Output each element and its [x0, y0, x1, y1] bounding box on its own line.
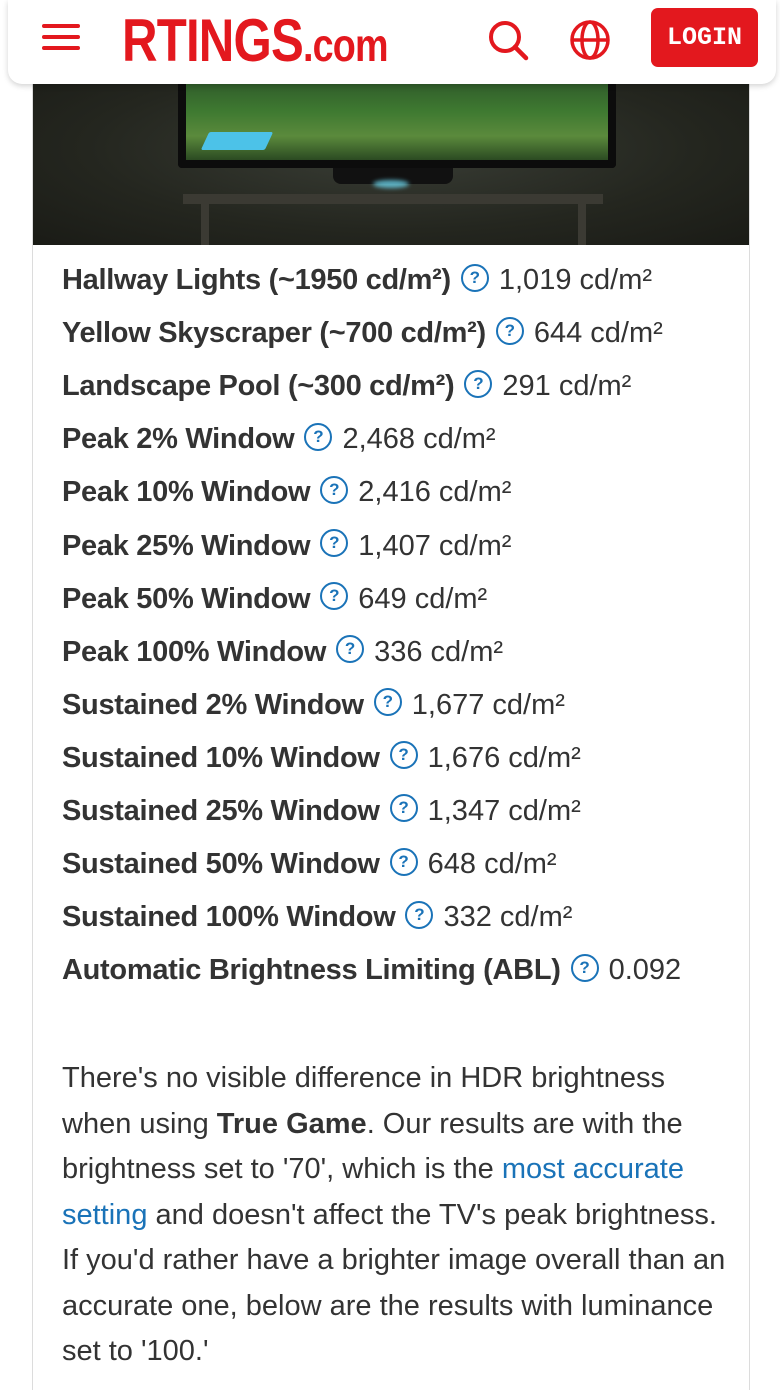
result-label: Peak 50% Window [62, 582, 311, 615]
help-icon[interactable]: ? [495, 316, 524, 345]
result-row: Yellow Skyscraper (~700 cd/m²)? 644 cd/m² [62, 307, 742, 360]
result-row: Sustained 25% Window? 1,347 cd/m² [62, 785, 742, 838]
help-icon[interactable]: ? [336, 635, 365, 664]
hamburger-menu-icon[interactable] [42, 24, 80, 56]
result-row: Automatic Brightness Limiting (ABL)? 0.09… [62, 944, 742, 997]
result-label: Sustained 10% Window [62, 741, 380, 774]
help-icon[interactable]: ? [389, 847, 418, 876]
result-row: Sustained 100% Window? 332 cd/m² [62, 891, 742, 944]
result-value: 649 cd/m² [358, 582, 488, 615]
logo-main: RTINGS [122, 7, 304, 74]
result-value: 648 cd/m² [427, 848, 557, 881]
result-label: Sustained 2% Window [62, 688, 364, 721]
result-value: 1,676 cd/m² [427, 741, 581, 774]
result-label: Peak 100% Window [62, 635, 327, 668]
logo-suffix: .com [302, 19, 389, 71]
result-label: Peak 10% Window [62, 476, 311, 509]
help-icon[interactable]: ? [389, 741, 418, 770]
result-value: 1,407 cd/m² [358, 529, 512, 562]
result-value: 2,416 cd/m² [358, 476, 512, 509]
result-value: 1,677 cd/m² [411, 688, 565, 721]
result-row: Hallway Lights (~1950 cd/m²)? 1,019 cd/m² [62, 254, 742, 307]
help-icon[interactable]: ? [373, 688, 402, 717]
result-value: 1,347 cd/m² [427, 794, 581, 827]
result-value: 644 cd/m² [533, 317, 663, 350]
paragraph-bold-mode: True Game [216, 1107, 367, 1140]
help-icon[interactable]: ? [304, 422, 333, 451]
result-label: Yellow Skyscraper (~700 cd/m²) [62, 317, 486, 350]
result-row: Peak 100% Window? 336 cd/m² [62, 626, 742, 679]
result-row: Sustained 2% Window? 1,677 cd/m² [62, 679, 742, 732]
result-label: Sustained 50% Window [62, 848, 380, 881]
review-paragraph: There's no visible difference in HDR bri… [62, 1056, 726, 1375]
result-value: 336 cd/m² [374, 635, 504, 668]
result-label: Peak 2% Window [62, 423, 295, 456]
result-row: Sustained 50% Window? 648 cd/m² [62, 838, 742, 891]
login-button[interactable]: LOGIN [651, 8, 758, 67]
site-header: RTINGS.com LOGIN [8, 0, 776, 84]
paragraph-text-3: and doesn't affect the TV's peak brightn… [62, 1198, 726, 1368]
result-value: 291 cd/m² [502, 370, 632, 403]
help-icon[interactable]: ? [405, 900, 434, 929]
rtings-logo[interactable]: RTINGS.com [122, 6, 389, 75]
result-value: 332 cd/m² [443, 901, 573, 934]
search-icon[interactable] [486, 18, 530, 62]
result-label: Sustained 25% Window [62, 794, 380, 827]
result-row: Sustained 10% Window? 1,676 cd/m² [62, 732, 742, 785]
tv-photo [33, 84, 749, 245]
help-icon[interactable]: ? [320, 582, 349, 611]
result-label: Peak 25% Window [62, 529, 311, 562]
result-row: Peak 25% Window? 1,407 cd/m² [62, 519, 742, 572]
result-label: Automatic Brightness Limiting (ABL) [62, 954, 561, 987]
help-icon[interactable]: ? [320, 529, 349, 558]
help-icon[interactable]: ? [464, 369, 493, 398]
result-row: Landscape Pool (~300 cd/m²)? 291 cd/m² [62, 360, 742, 413]
result-value: 2,468 cd/m² [342, 423, 496, 456]
result-row: Peak 10% Window? 2,416 cd/m² [62, 466, 742, 519]
help-icon[interactable]: ? [460, 263, 489, 292]
help-icon[interactable]: ? [570, 953, 599, 982]
result-label: Sustained 100% Window [62, 901, 396, 934]
globe-icon[interactable] [568, 18, 612, 62]
help-icon[interactable]: ? [389, 794, 418, 823]
result-label: Landscape Pool (~300 cd/m²) [62, 370, 455, 403]
result-label: Hallway Lights (~1950 cd/m²) [62, 264, 451, 297]
help-icon[interactable]: ? [320, 475, 349, 504]
result-row: Peak 50% Window? 649 cd/m² [62, 573, 742, 626]
result-value: 1,019 cd/m² [498, 264, 653, 297]
result-row: Peak 2% Window? 2,468 cd/m² [62, 413, 742, 466]
hdr-brightness-results: Hallway Lights (~1950 cd/m²)? 1,019 cd/m²… [62, 254, 742, 997]
result-value: 0.092 [608, 954, 682, 987]
